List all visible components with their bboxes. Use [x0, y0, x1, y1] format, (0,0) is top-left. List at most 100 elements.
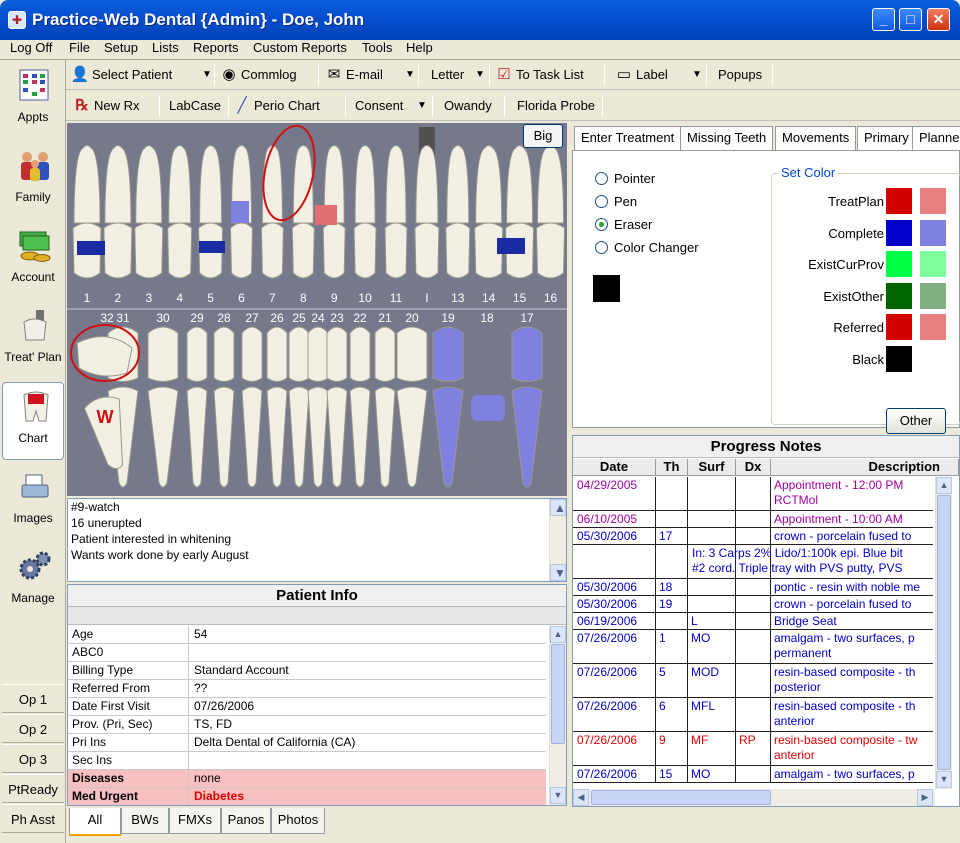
tab-primary[interactable]: Primary — [857, 126, 916, 150]
module-account[interactable]: Account — [2, 222, 64, 300]
menu-reports[interactable]: Reports — [193, 40, 239, 55]
op-button-2[interactable]: Op 2 — [2, 714, 64, 743]
tooth-chart[interactable]: W 1 2 3 4 5 6 7 8 9 10 11 I 13 14 15 16 32 31 30 29 28 27 26 25… — [67, 123, 567, 496]
progress-note-row[interactable]: 05/30/2006 18 pontic - resin with noble me — [573, 579, 933, 596]
tooth-number-lower[interactable]: 17 — [515, 311, 539, 325]
tooth-number-upper[interactable]: 5 — [199, 291, 223, 305]
menu-log-off[interactable]: Log Off — [10, 40, 52, 55]
big-chart-button[interactable]: Big — [523, 124, 563, 148]
scroll-down-arrow[interactable]: ▼ — [936, 771, 952, 788]
color-swatch-secondary[interactable] — [920, 251, 946, 277]
color-swatch-primary[interactable] — [886, 188, 912, 214]
minimize-button[interactable]: _ — [872, 8, 895, 31]
color-swatch-secondary[interactable] — [920, 314, 946, 340]
column-date[interactable]: Date — [573, 459, 656, 476]
scroll-up-arrow[interactable]: ▲ — [550, 499, 566, 516]
consent-button[interactable]: Consent — [355, 95, 403, 117]
scroll-thumb[interactable] — [551, 644, 565, 744]
email-dropdown[interactable]: ▼ — [405, 64, 415, 86]
tooth-number-lower[interactable]: 29 — [185, 311, 209, 325]
tooth-number-upper[interactable]: 15 — [508, 291, 532, 305]
progress-note-row[interactable]: 06/19/2006 L Bridge Seat — [573, 613, 933, 630]
progress-note-row[interactable]: 07/26/2006 5 MOD resin-based composite - th… — [573, 664, 933, 698]
tooth-number-upper[interactable]: 10 — [353, 291, 377, 305]
tooth-number-lower[interactable]: 21 — [373, 311, 397, 325]
scroll-thumb[interactable] — [937, 495, 951, 770]
tab-photos[interactable]: Photos — [271, 808, 325, 834]
tooth-number-lower[interactable]: 22 — [348, 311, 372, 325]
radio-color-changer[interactable]: Color Changer — [595, 240, 699, 256]
tooth-number-upper[interactable]: 7 — [260, 291, 284, 305]
progress-note-row[interactable]: 07/26/2006 9 MF RP resin-based composite - t… — [573, 732, 933, 766]
patient-info-row[interactable]: Diseases none — [68, 770, 546, 788]
perio-chart-button[interactable]: ╱ Perio Chart — [232, 95, 319, 117]
consent-dropdown[interactable]: ▼ — [417, 95, 427, 117]
maximize-button[interactable]: □ — [899, 8, 922, 31]
tab-planned[interactable]: Planne — [912, 126, 960, 150]
chart-notes-box[interactable]: #9-watch 16 unerupted Patient interested… — [67, 498, 567, 582]
patient-info-row[interactable]: Med Urgent Diabetes — [68, 788, 546, 805]
radio-pen[interactable]: Pen — [595, 194, 637, 210]
tooth-number-lower[interactable]: 20 — [400, 311, 424, 325]
tooth-number-lower[interactable]: 27 — [240, 311, 264, 325]
owandy-button[interactable]: Owandy — [444, 95, 492, 117]
color-swatch-primary[interactable] — [886, 345, 912, 372]
tooth-number-upper[interactable]: I — [415, 291, 439, 305]
patient-info-row[interactable]: Pri Ins Delta Dental of California (CA) — [68, 734, 546, 752]
tooth-number-lower[interactable]: 18 — [475, 311, 499, 325]
tooth-number-lower[interactable]: 26 — [265, 311, 289, 325]
menu-custom-reports[interactable]: Custom Reports — [253, 40, 347, 55]
op-button-ph-asst[interactable]: Ph Asst — [2, 804, 64, 833]
color-swatch-primary[interactable] — [886, 251, 912, 277]
scroll-down-arrow[interactable]: ▼ — [550, 564, 566, 581]
letter-dropdown[interactable]: ▼ — [475, 64, 485, 86]
menu-file[interactable]: File — [69, 40, 90, 55]
tooth-number-upper[interactable]: 4 — [168, 291, 192, 305]
menu-tools[interactable]: Tools — [362, 40, 392, 55]
patient-info-row[interactable]: Billing Type Standard Account — [68, 662, 546, 680]
module-family[interactable]: Family — [2, 142, 64, 220]
patient-info-row[interactable]: Date First Visit 07/26/2006 — [68, 698, 546, 716]
progress-note-row[interactable]: 07/26/2006 15 MO amalgam - two surfaces, p — [573, 766, 933, 783]
progress-note-row[interactable]: In: 3 Carps 2% Lido/1:100k epi. Blue bit… — [573, 545, 933, 579]
tooth-number-upper[interactable]: 13 — [446, 291, 470, 305]
progress-notes-hscrollbar[interactable]: ◀ ▶ — [573, 789, 935, 806]
tab-all[interactable]: All — [69, 808, 121, 836]
scroll-right-arrow[interactable]: ▶ — [917, 789, 933, 806]
progress-note-row[interactable]: 04/29/2005 Appointment - 12:00 PM RCTMol — [573, 477, 933, 511]
select-patient-dropdown[interactable]: ▼ — [202, 64, 212, 86]
op-button-ptready[interactable]: PtReady — [2, 774, 64, 803]
tooth-number-upper[interactable]: 16 — [539, 291, 563, 305]
tooth-number-lower[interactable]: 23 — [325, 311, 349, 325]
color-swatch-secondary[interactable] — [920, 282, 946, 309]
tooth-number-lower[interactable]: 31 — [111, 311, 135, 325]
menu-help[interactable]: Help — [406, 40, 433, 55]
tooth-number-lower[interactable]: 30 — [151, 311, 175, 325]
tooth-number-upper[interactable]: 9 — [322, 291, 346, 305]
menu-lists[interactable]: Lists — [152, 40, 179, 55]
progress-note-row[interactable]: 07/26/2006 1 MO amalgam - two surfaces, p pe… — [573, 630, 933, 664]
color-swatch-secondary[interactable] — [920, 219, 946, 246]
color-swatch-secondary[interactable] — [920, 188, 946, 214]
scroll-up-arrow[interactable]: ▲ — [550, 626, 566, 643]
tooth-number-upper[interactable]: 6 — [230, 291, 254, 305]
tab-movements[interactable]: Movements — [775, 126, 857, 150]
current-color-swatch[interactable] — [593, 275, 620, 302]
tooth-number-upper[interactable]: 14 — [477, 291, 501, 305]
column-dx[interactable]: Dx — [736, 459, 771, 476]
progress-note-row[interactable]: 05/30/2006 17 crown - porcelain fused to — [573, 528, 933, 545]
tab-missing-teeth[interactable]: Missing Teeth — [680, 126, 774, 150]
menu-setup[interactable]: Setup — [104, 40, 138, 55]
tab-bws[interactable]: BWs — [121, 808, 169, 834]
scroll-down-arrow[interactable]: ▼ — [550, 787, 566, 804]
label-dropdown[interactable]: ▼ — [692, 64, 702, 86]
patient-info-row[interactable]: Referred From?? — [68, 680, 546, 698]
patient-info-row[interactable]: ABC0 — [68, 644, 546, 662]
patient-info-row[interactable]: Age 54 — [68, 626, 546, 644]
radio-eraser[interactable]: Eraser — [595, 217, 652, 233]
color-swatch-primary[interactable] — [886, 314, 912, 340]
op-button-3[interactable]: Op 3 — [2, 744, 64, 773]
color-swatch-primary[interactable] — [886, 219, 912, 246]
scroll-up-arrow[interactable]: ▲ — [936, 477, 952, 494]
module-chart[interactable]: Chart — [2, 382, 64, 460]
